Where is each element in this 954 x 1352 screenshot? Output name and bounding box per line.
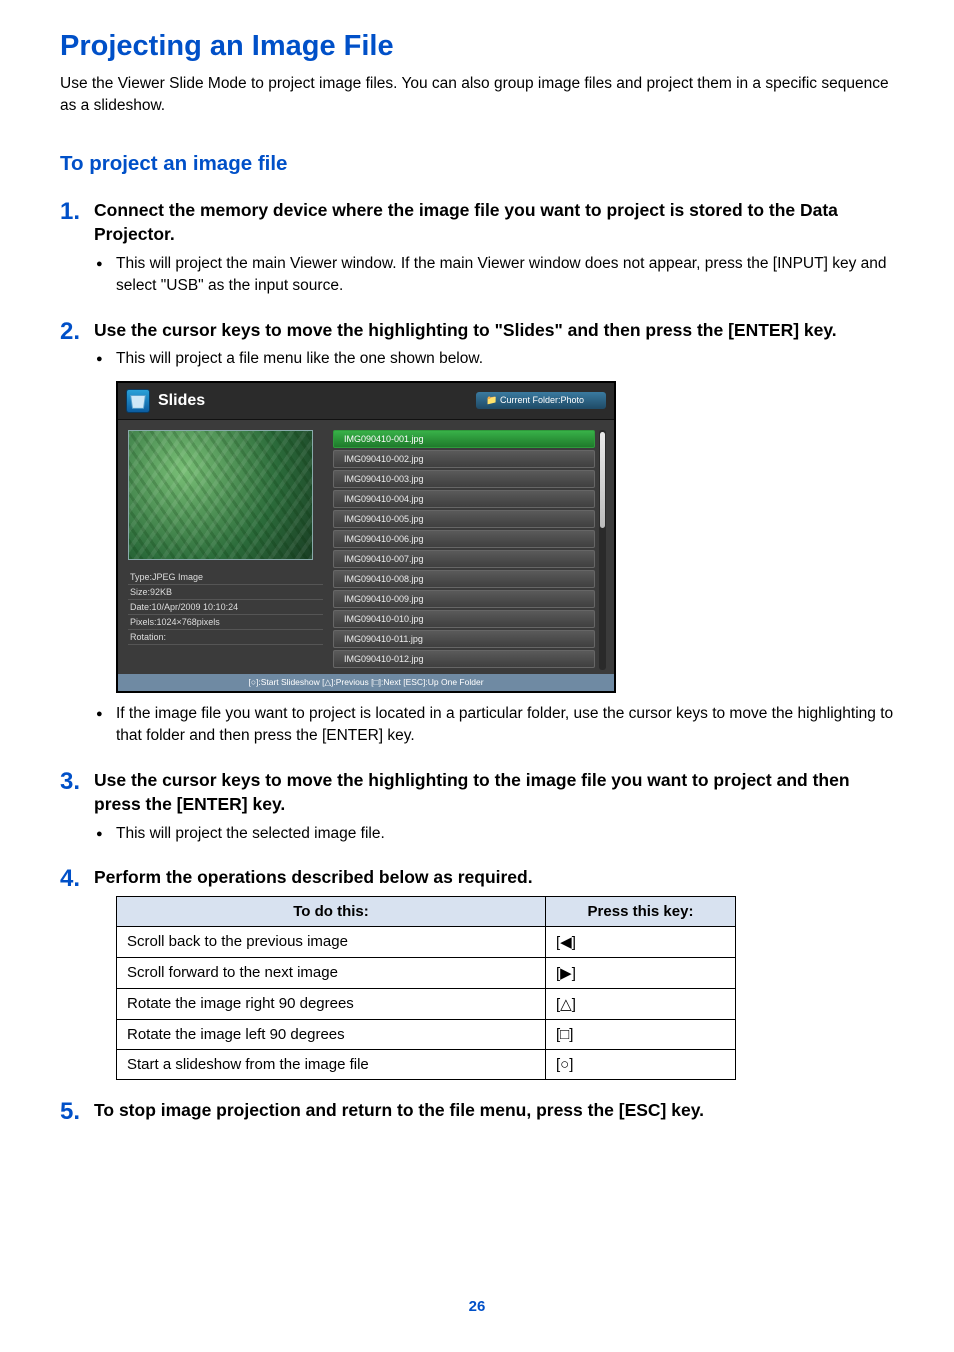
section-subtitle: To project an image file	[60, 152, 894, 176]
table-header-key: Press this key:	[546, 896, 736, 926]
step-5: 5. To stop image projection and return t…	[60, 1098, 894, 1129]
step-4: 4. Perform the operations described belo…	[60, 865, 894, 1080]
action-cell: Scroll back to the previous image	[117, 926, 546, 957]
breadcrumb: 📁 Current Folder:Photo	[476, 392, 606, 409]
viewer-footer-hints: [○]:Start Slideshow [△]:Previous [□]:Nex…	[118, 674, 614, 691]
file-list: IMG090410-001.jpg IMG090410-002.jpg IMG0…	[333, 430, 595, 670]
file-row[interactable]: IMG090410-012.jpg	[333, 650, 595, 668]
step-bullet: This will project the selected image fil…	[116, 823, 894, 845]
step-1: 1. Connect the memory device where the i…	[60, 198, 894, 302]
step-bullet: If the image file you want to project is…	[116, 703, 894, 748]
operations-table: To do this: Press this key: Scroll back …	[116, 896, 736, 1080]
meta-type: Type:JPEG Image	[128, 570, 323, 585]
step-title: Connect the memory device where the imag…	[94, 198, 894, 247]
viewer-header: Slides 📁 Current Folder:Photo	[118, 383, 614, 420]
key-cell: [△]	[546, 988, 736, 1019]
page-number: 26	[60, 1298, 894, 1315]
table-row: Scroll forward to the next image [▶]	[117, 957, 736, 988]
step-3: 3. Use the cursor keys to move the highl…	[60, 768, 894, 849]
meta-pixels: Pixels:1024×768pixels	[128, 615, 323, 630]
file-row[interactable]: IMG090410-002.jpg	[333, 450, 595, 468]
action-cell: Start a slideshow from the image file	[117, 1049, 546, 1079]
file-row[interactable]: IMG090410-006.jpg	[333, 530, 595, 548]
preview-metadata: Type:JPEG Image Size:92KB Date:10/Apr/20…	[128, 570, 323, 645]
action-cell: Rotate the image left 90 degrees	[117, 1019, 546, 1049]
file-row[interactable]: IMG090410-005.jpg	[333, 510, 595, 528]
step-bullet: This will project a file menu like the o…	[116, 348, 894, 370]
meta-rotation: Rotation:	[128, 630, 323, 645]
action-cell: Scroll forward to the next image	[117, 957, 546, 988]
step-bullet: This will project the main Viewer window…	[116, 253, 894, 298]
key-cell: [◀]	[546, 926, 736, 957]
key-cell: [□]	[546, 1019, 736, 1049]
file-row[interactable]: IMG090410-009.jpg	[333, 590, 595, 608]
file-row[interactable]: IMG090410-010.jpg	[333, 610, 595, 628]
step-title: To stop image projection and return to t…	[94, 1098, 894, 1123]
step-number: 3.	[60, 768, 94, 796]
step-number: 1.	[60, 198, 94, 226]
step-number: 5.	[60, 1098, 94, 1126]
file-row[interactable]: IMG090410-003.jpg	[333, 470, 595, 488]
step-title: Use the cursor keys to move the highligh…	[94, 768, 894, 817]
key-cell: [▶]	[546, 957, 736, 988]
step-title: Perform the operations described below a…	[94, 865, 894, 890]
file-row[interactable]: IMG090410-011.jpg	[333, 630, 595, 648]
file-row[interactable]: IMG090410-001.jpg	[333, 430, 595, 448]
file-row[interactable]: IMG090410-007.jpg	[333, 550, 595, 568]
preview-thumbnail	[128, 430, 313, 560]
table-row: Scroll back to the previous image [◀]	[117, 926, 736, 957]
table-row: Rotate the image right 90 degrees [△]	[117, 988, 736, 1019]
meta-size: Size:92KB	[128, 585, 323, 600]
page-title: Projecting an Image File	[60, 30, 894, 63]
table-row: Rotate the image left 90 degrees [□]	[117, 1019, 736, 1049]
step-number: 4.	[60, 865, 94, 893]
file-row[interactable]: IMG090410-004.jpg	[333, 490, 595, 508]
file-row[interactable]: IMG090410-008.jpg	[333, 570, 595, 588]
table-row: Start a slideshow from the image file [○…	[117, 1049, 736, 1079]
step-title: Use the cursor keys to move the highligh…	[94, 318, 894, 343]
step-number: 2.	[60, 318, 94, 346]
viewer-title: Slides	[158, 392, 205, 410]
step-2: 2. Use the cursor keys to move the highl…	[60, 318, 894, 752]
viewer-screenshot: Slides 📁 Current Folder:Photo Type:JPEG …	[116, 381, 616, 693]
key-cell: [○]	[546, 1049, 736, 1079]
scrollbar-thumb[interactable]	[600, 432, 605, 528]
action-cell: Rotate the image right 90 degrees	[117, 988, 546, 1019]
slides-icon	[126, 389, 150, 413]
table-header-action: To do this:	[117, 896, 546, 926]
meta-date: Date:10/Apr/2009 10:10:24	[128, 600, 323, 615]
intro-paragraph: Use the Viewer Slide Mode to project ima…	[60, 73, 894, 118]
file-list-scrollbar[interactable]	[599, 430, 606, 670]
